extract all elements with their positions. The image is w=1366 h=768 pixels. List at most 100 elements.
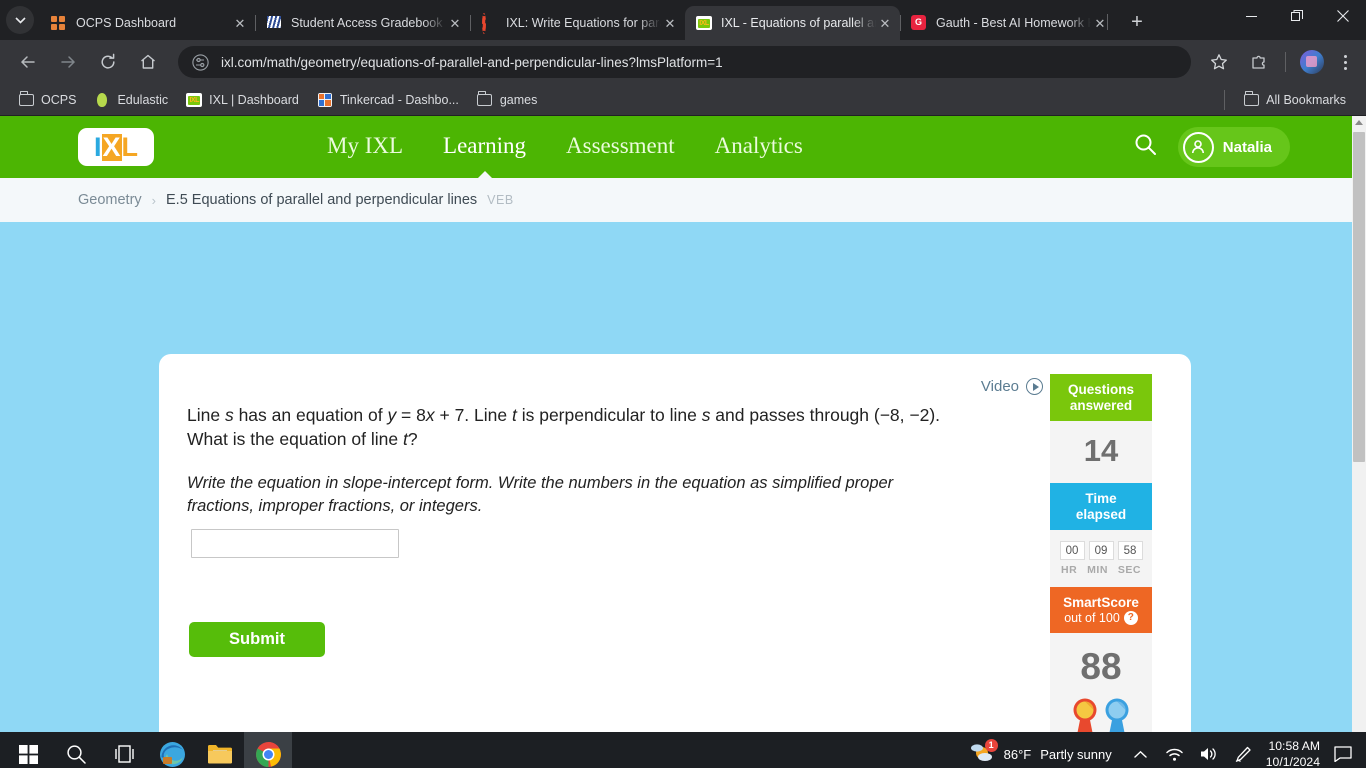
tab-close-icon[interactable]: ✕ xyxy=(446,14,464,32)
pen-menu-button[interactable] xyxy=(1226,732,1260,768)
reload-button[interactable] xyxy=(93,47,123,77)
gauth-icon: G xyxy=(911,15,927,31)
show-hidden-icons-button[interactable] xyxy=(1124,732,1158,768)
ixl-nav-links: My IXL Learning Assessment Analytics xyxy=(327,133,803,161)
questions-answered-value: 14 xyxy=(1083,433,1119,469)
notification-center-button[interactable] xyxy=(1330,732,1356,768)
help-icon[interactable]: ? xyxy=(1123,610,1138,625)
user-name: Natalia xyxy=(1222,138,1272,156)
system-tray: 1 86°F Partly sunny 10:58 AM 10/1/2024 xyxy=(963,732,1362,768)
task-view-button[interactable] xyxy=(100,732,148,768)
breadcrumb-separator-icon: › xyxy=(151,192,157,208)
logo-letter-i: I xyxy=(93,131,102,162)
page-scrollbar[interactable] xyxy=(1352,116,1366,732)
smartscore-value: 88 xyxy=(1080,645,1122,687)
browser-tab-ixl-equations-parallel[interactable]: IXL IXL - Equations of parallel an ✕ xyxy=(685,6,900,40)
chrome-menu-button[interactable] xyxy=(1332,49,1358,75)
puzzle-icon xyxy=(1252,55,1265,69)
scrollbar-thumb[interactable] xyxy=(1353,132,1365,462)
file-explorer-button[interactable] xyxy=(196,732,244,768)
bookmark-star-button[interactable] xyxy=(1204,47,1234,77)
q-seg: has an equation of xyxy=(233,405,388,425)
tab-close-icon[interactable]: ✕ xyxy=(661,14,679,32)
taskbar-search-button[interactable] xyxy=(52,732,100,768)
nav-item-learning[interactable]: Learning xyxy=(443,133,526,161)
page-viewport: IXL My IXL Learning Assessment Analytics xyxy=(0,116,1366,732)
bookmark-tinkercad[interactable]: Tinkercad - Dashbo... xyxy=(309,88,467,112)
network-button[interactable] xyxy=(1158,732,1192,768)
volume-button[interactable] xyxy=(1192,732,1226,768)
bookmark-label: Edulastic xyxy=(117,92,169,107)
breadcrumb: Geometry › E.5 Equations of parallel and… xyxy=(0,178,1352,222)
building-icon xyxy=(266,15,282,31)
pen-icon xyxy=(1235,746,1251,762)
bookmark-ixl-dashboard[interactable]: IXL IXL | Dashboard xyxy=(178,88,307,112)
bookmark-label: Tinkercad - Dashbo... xyxy=(339,92,459,107)
folder-icon xyxy=(208,745,232,764)
browser-tab-gauth[interactable]: G Gauth - Best AI Homework H ✕ xyxy=(900,6,1115,40)
search-button[interactable] xyxy=(1133,132,1158,162)
ixl-page: IXL My IXL Learning Assessment Analytics xyxy=(0,116,1352,732)
maximize-button[interactable] xyxy=(1274,0,1320,32)
browser-tab-ocps-dashboard[interactable]: OCPS Dashboard ✕ xyxy=(40,6,255,40)
edge-button[interactable] xyxy=(148,732,196,768)
user-account-button[interactable]: Natalia xyxy=(1177,127,1290,167)
ixl-icon: IXL xyxy=(696,15,712,31)
clock[interactable]: 10:58 AM 10/1/2024 xyxy=(1260,738,1330,768)
tab-search-dropdown-button[interactable] xyxy=(6,6,34,34)
play-icon xyxy=(1026,378,1043,395)
home-button[interactable] xyxy=(133,47,163,77)
bookmark-label: IXL | Dashboard xyxy=(209,92,299,107)
profile-avatar[interactable] xyxy=(1300,50,1324,74)
timer-display: 00 09 58 xyxy=(1050,530,1152,562)
menu-dot xyxy=(1343,60,1347,64)
minimize-button[interactable] xyxy=(1228,0,1274,32)
breadcrumb-skill-code: VEB xyxy=(487,193,514,207)
timer-seconds: 58 xyxy=(1117,541,1143,561)
timer-sec-label: SEC xyxy=(1117,564,1141,577)
tinkercad-icon xyxy=(317,92,333,108)
back-button[interactable] xyxy=(13,47,43,77)
close-window-button[interactable] xyxy=(1320,0,1366,32)
tab-close-icon[interactable]: ✕ xyxy=(876,14,894,32)
questions-answered-header: Questions answered xyxy=(1050,374,1152,422)
extensions-button[interactable] xyxy=(1244,47,1274,77)
forward-button[interactable] xyxy=(53,47,83,77)
smartscore-out-of: out of 100 xyxy=(1064,610,1120,625)
address-bar[interactable]: ixl.com/math/geometry/equations-of-paral… xyxy=(178,46,1191,78)
new-tab-button[interactable]: + xyxy=(1107,8,1151,36)
q-seg: Line xyxy=(187,405,225,425)
nav-item-analytics[interactable]: Analytics xyxy=(715,133,803,161)
scrollbar-up-arrow[interactable] xyxy=(1352,116,1366,130)
folder-icon xyxy=(477,90,493,108)
site-settings-icon[interactable] xyxy=(192,53,209,71)
logo-letter-x: X xyxy=(101,131,122,162)
tab-title: IXL: Write Equations for para xyxy=(506,16,661,30)
answer-input[interactable] xyxy=(191,529,399,558)
bookmark-edulastic[interactable]: Edulastic xyxy=(86,88,176,112)
timer-labels: HR MIN SEC xyxy=(1050,562,1152,587)
questions-answered-label-line2: answered xyxy=(1069,397,1133,413)
q-var-y: y xyxy=(387,405,397,425)
browser-tab-ixl-write-equations[interactable]: IXL: Write Equations for para ✕ xyxy=(470,6,685,40)
edulastic-icon xyxy=(94,92,110,108)
breadcrumb-subject[interactable]: Geometry xyxy=(78,192,142,208)
bookmark-games-folder[interactable]: games xyxy=(469,88,546,112)
start-button[interactable] xyxy=(4,732,52,768)
bookmark-ocps[interactable]: OCPS xyxy=(10,88,84,112)
nav-item-my-ixl[interactable]: My IXL xyxy=(327,133,403,161)
arrow-left-icon xyxy=(20,56,35,68)
browser-tab-student-access-gradebook[interactable]: Student Access Gradebook ✕ xyxy=(255,6,470,40)
all-bookmarks-button[interactable]: All Bookmarks xyxy=(1235,88,1354,112)
search-icon xyxy=(1135,134,1156,155)
submit-button[interactable]: Submit xyxy=(189,622,325,657)
video-link[interactable]: Video xyxy=(981,378,1043,395)
ixl-logo[interactable]: IXL xyxy=(78,128,154,166)
timer-minutes: 09 xyxy=(1088,541,1114,561)
tab-title: OCPS Dashboard xyxy=(76,16,177,30)
logo-letter-l: L xyxy=(121,131,139,162)
tab-close-icon[interactable]: ✕ xyxy=(231,14,249,32)
nav-item-assessment[interactable]: Assessment xyxy=(566,133,675,161)
chrome-button[interactable] xyxy=(244,732,292,768)
weather-widget[interactable]: 1 86°F Partly sunny xyxy=(963,738,1124,768)
